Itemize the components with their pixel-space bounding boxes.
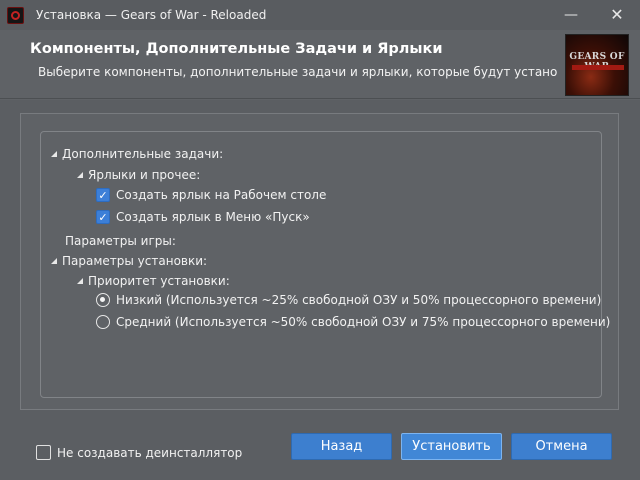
tasks-tree-panel: Дополнительные задачи: Ярлыки и прочее: … [40, 131, 610, 398]
install-button[interactable]: Установить [401, 433, 502, 460]
option-label: Создать ярлык в Меню «Пуск» [116, 210, 310, 224]
close-button[interactable]: ✕ [594, 0, 640, 30]
expand-triangle-icon[interactable] [51, 151, 57, 157]
expand-triangle-icon[interactable] [77, 278, 83, 284]
cancel-button[interactable]: Отмена [511, 433, 612, 460]
minimize-button[interactable]: — [548, 0, 594, 30]
title-bar: Установка — Gears of War - Reloaded — ✕ [0, 0, 640, 30]
expand-triangle-icon[interactable] [77, 172, 83, 178]
tree-node-label: Параметры установки: [62, 254, 208, 268]
game-logo-image: GEARS OF WAR [565, 34, 629, 96]
tree-node-shortcuts[interactable]: Ярлыки и прочее: [77, 167, 200, 183]
tree-node-install-priority[interactable]: Приоритет установки: [77, 273, 230, 289]
no-uninstaller-option[interactable]: Не создавать деинсталлятор [36, 445, 242, 460]
window-title: Установка — Gears of War - Reloaded [36, 8, 267, 22]
tree-node-install-params[interactable]: Параметры установки: [51, 253, 207, 269]
desktop-shortcut-option[interactable]: ✓ Создать ярлык на Рабочем столе [96, 187, 326, 203]
no-uninstaller-label: Не создавать деинсталлятор [57, 445, 243, 460]
tree-node-label: Параметры игры: [65, 234, 176, 248]
priority-low-option[interactable]: Низкий (Используется ~25% свободной ОЗУ … [96, 292, 601, 308]
tree-node-label: Ярлыки и прочее: [88, 168, 201, 182]
checkbox-checked-icon[interactable]: ✓ [96, 188, 110, 202]
priority-medium-option[interactable]: Средний (Используется ~50% свободной ОЗУ… [96, 314, 610, 330]
tree-node-additional-tasks[interactable]: Дополнительные задачи: [51, 146, 223, 162]
page-subtitle: Выберите компоненты, дополнительные зада… [38, 65, 558, 79]
checkbox-unchecked-icon[interactable] [36, 445, 51, 460]
tree-node-label: Приоритет установки: [88, 274, 230, 288]
option-label: Низкий (Используется ~25% свободной ОЗУ … [116, 293, 602, 307]
radio-unselected-icon[interactable] [96, 315, 110, 329]
header-divider [0, 98, 640, 99]
wizard-header: Компоненты, Дополнительные Задачи и Ярлы… [0, 30, 640, 100]
radio-selected-icon[interactable] [96, 293, 110, 307]
game-logo-bar [572, 65, 624, 70]
option-label: Создать ярлык на Рабочем столе [116, 188, 327, 202]
option-label: Средний (Используется ~50% свободной ОЗУ… [116, 315, 611, 329]
start-menu-shortcut-option[interactable]: ✓ Создать ярлык в Меню «Пуск» [96, 209, 310, 225]
page-title: Компоненты, Дополнительные Задачи и Ярлы… [30, 41, 443, 57]
back-button[interactable]: Назад [291, 433, 392, 460]
content-area: Дополнительные задачи: Ярлыки и прочее: … [20, 113, 619, 410]
expand-triangle-icon[interactable] [51, 258, 57, 264]
tree-node-label: Дополнительные задачи: [62, 147, 224, 161]
tree-node-game-params: Параметры игры: [65, 233, 176, 249]
checkbox-checked-icon[interactable]: ✓ [96, 210, 110, 224]
app-icon [7, 7, 24, 24]
